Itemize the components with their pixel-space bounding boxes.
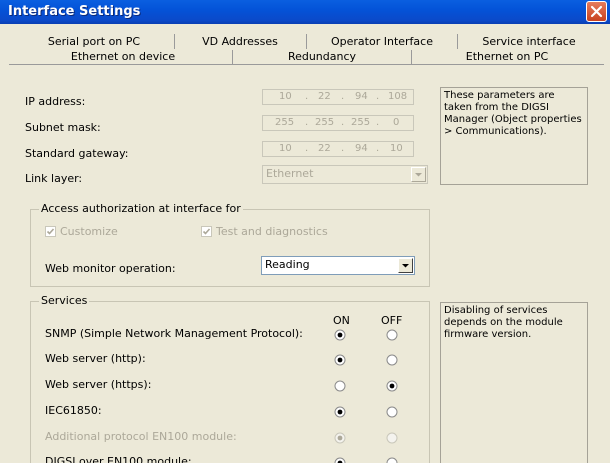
window-title: Interface Settings	[8, 4, 141, 19]
service-radio-off-web-server-http[interactable]	[386, 354, 398, 366]
service-label-snmp-simple-network-management-protocol: SNMP (Simple Network Management Protocol…	[45, 327, 303, 340]
ip-octet-2: 22	[318, 91, 331, 102]
tab-vd-addresses[interactable]: VD Addresses	[175, 34, 305, 50]
tab-ethernet-on-pc[interactable]: Ethernet on PC	[412, 49, 602, 65]
off-column-header: OFF	[381, 314, 403, 327]
customize-label: Customize	[60, 225, 118, 238]
checkmark-icon	[202, 228, 211, 235]
ip-address-field[interactable]: 10 . 22 . 94 . 108	[262, 89, 414, 105]
standard-gateway-field[interactable]: 10 . 22 . 94 . 10	[262, 141, 414, 157]
services-info-box: Disabling of services depends on the mod…	[440, 302, 588, 463]
services-legend: Services	[39, 294, 90, 307]
on-column-header: ON	[333, 314, 350, 327]
access-authorization-group	[30, 209, 430, 287]
tab-redundancy[interactable]: Redundancy	[233, 49, 411, 65]
chevron-down-icon	[415, 173, 422, 177]
service-radio-off-web-server-https[interactable]	[386, 380, 398, 392]
test-diagnostics-label: Test and diagnostics	[216, 225, 328, 238]
chevron-down-icon	[402, 264, 409, 268]
service-radio-off-snmp-simple-network-management-protocol[interactable]	[386, 329, 398, 341]
link-layer-dropdown-button[interactable]	[411, 167, 426, 182]
ip-octet-3: 94	[355, 91, 368, 102]
ip-octet-4: 108	[388, 91, 408, 102]
subnet-octet-3: 255	[351, 117, 371, 128]
tab-divider	[9, 64, 604, 65]
gateway-octet-3: 94	[355, 143, 368, 154]
customize-checkbox[interactable]	[45, 226, 56, 237]
web-monitor-select[interactable]: Reading	[261, 256, 415, 275]
subnet-octet-4: 0	[393, 117, 400, 128]
link-layer-select[interactable]: Ethernet	[262, 165, 428, 184]
link-layer-label: Link layer:	[25, 172, 83, 185]
tab-ethernet-on-device[interactable]: Ethernet on device	[14, 49, 232, 65]
service-radio-on-web-server-https[interactable]	[334, 380, 346, 392]
checkmark-icon	[46, 228, 55, 235]
test-diagnostics-checkbox[interactable]	[201, 226, 212, 237]
web-monitor-value: Reading	[265, 258, 310, 271]
web-monitor-label: Web monitor operation:	[45, 262, 176, 275]
subnet-octet-1: 255	[275, 117, 295, 128]
gateway-octet-4: 10	[390, 143, 403, 154]
network-info-text: These parameters are taken from the DIGS…	[444, 90, 582, 137]
tab-serial-port-on-pc[interactable]: Serial port on PC	[14, 34, 174, 50]
gateway-octet-1: 10	[279, 143, 292, 154]
access-authorization-legend: Access authorization at interface for	[39, 202, 243, 215]
service-radio-on-digsi-over-en100-module[interactable]	[334, 457, 346, 463]
standard-gateway-label: Standard gateway:	[25, 147, 129, 160]
close-icon	[590, 5, 603, 18]
service-label-web-server-http: Web server (http):	[45, 352, 146, 365]
link-layer-value: Ethernet	[266, 167, 314, 180]
service-label-web-server-https: Web server (https):	[45, 378, 152, 391]
service-label-additional-protocol-en100-module: Additional protocol EN100 module:	[45, 430, 237, 443]
network-info-box: These parameters are taken from the DIGS…	[440, 87, 588, 185]
service-radio-on-web-server-http[interactable]	[334, 354, 346, 366]
service-radio-off-iec61850[interactable]	[386, 406, 398, 418]
interface-settings-window: Interface Settings Serial port on PC VD …	[0, 0, 610, 463]
service-radio-off-digsi-over-en100-module[interactable]	[386, 457, 398, 463]
tab-operator-interface[interactable]: Operator Interface	[307, 34, 457, 50]
web-monitor-dropdown-button[interactable]	[398, 258, 413, 273]
close-button[interactable]	[586, 1, 607, 22]
service-radio-on-snmp-simple-network-management-protocol[interactable]	[334, 329, 346, 341]
ip-octet-1: 10	[279, 91, 292, 102]
subnet-octet-2: 255	[315, 117, 335, 128]
ip-address-label: IP address:	[25, 95, 86, 108]
gateway-octet-2: 22	[318, 143, 331, 154]
service-radio-on-additional-protocol-en100-module[interactable]	[334, 432, 346, 444]
subnet-mask-label: Subnet mask:	[25, 121, 101, 134]
service-label-iec61850: IEC61850:	[45, 404, 102, 417]
service-label-digsi-over-en100-module: DIGSI over EN100 module:	[45, 455, 192, 463]
service-radio-on-iec61850[interactable]	[334, 406, 346, 418]
services-info-text: Disabling of services depends on the mod…	[444, 305, 563, 340]
tab-service-interface[interactable]: Service interface	[458, 34, 600, 50]
service-radio-off-additional-protocol-en100-module[interactable]	[386, 432, 398, 444]
subnet-mask-field[interactable]: 255 . 255 . 255 . 0	[262, 115, 414, 131]
title-bar[interactable]: Interface Settings	[0, 0, 610, 24]
